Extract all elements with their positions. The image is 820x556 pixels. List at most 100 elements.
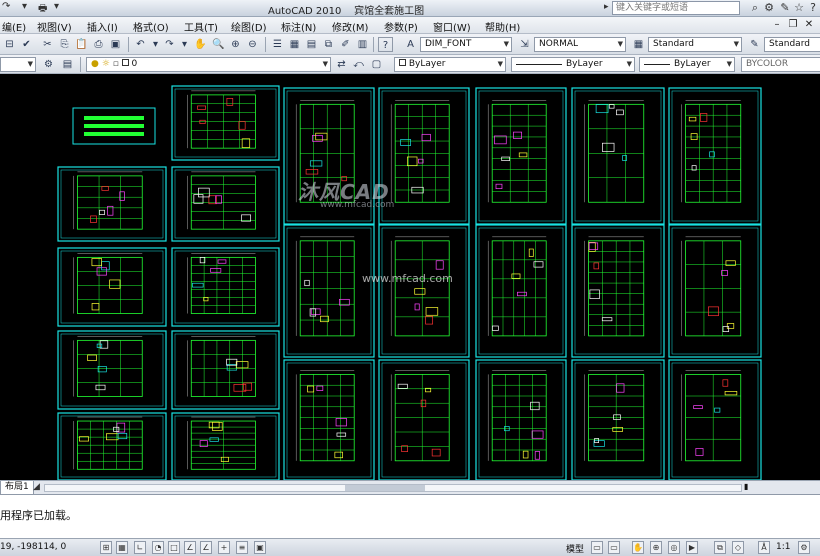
search-expand-icon[interactable]: ▸ [604,2,609,12]
quickcalc-icon[interactable]: ▥ [355,37,370,52]
match-properties-icon[interactable]: ⎙ [91,37,106,52]
polar-tracking-icon[interactable]: ◔ [152,541,164,554]
dropdown-icon[interactable]: ▾ [22,1,27,15]
otrack-icon[interactable]: ∠ [184,541,196,554]
menu-format[interactable]: 格式(O) [133,19,169,34]
star-icon[interactable]: ☆ [792,1,806,15]
undo-icon[interactable]: ↶ [133,37,148,52]
command-line[interactable]: 用程序已加载。 [0,494,820,538]
zoom-realtime-icon[interactable]: 🔍 [211,37,226,52]
help-icon[interactable]: ? [806,1,820,15]
workspace-select[interactable]: ▼ [0,57,36,72]
lineweight-toggle-icon[interactable]: ≡ [236,541,248,554]
linetype-select[interactable]: ByLayer ▼ [511,57,635,72]
communication-icon[interactable]: ✎ [778,1,792,15]
workspace-settings-icon[interactable]: ⚙ [41,57,56,72]
plot-style-select[interactable]: BYCOLOR [741,57,820,72]
redo-toolbar-icon[interactable]: ↷ [162,37,177,52]
open-icon[interactable]: ⊟ [2,37,17,52]
grid-display-icon[interactable]: ▦ [116,541,128,554]
pan-status-icon[interactable]: ✋ [632,541,644,554]
dimension-style-icon[interactable]: ⇲ [517,37,532,52]
help-toolbar-icon[interactable]: ? [378,37,393,52]
multileader-style-icon[interactable]: ✎ [747,37,762,52]
tab-layout1[interactable]: 布局1 [0,481,34,495]
lineweight-select[interactable]: ByLayer ▼ [639,57,735,72]
paste-icon[interactable]: 📋 [74,37,89,52]
annotation-scale-icon[interactable]: ◇ [732,541,744,554]
text-style-select[interactable]: NORMAL ▼ [534,37,626,52]
multileader-style-select[interactable]: Standard [764,37,820,52]
menu-insert[interactable]: 插入(I) [87,19,118,34]
plan-detail [595,104,609,114]
zoom-previous-icon[interactable]: ⊖ [245,37,260,52]
restore-icon[interactable]: ❐ [786,18,800,32]
zoom-status-icon[interactable]: ⊕ [650,541,662,554]
copy-icon[interactable]: ⎘ [57,37,72,52]
quick-properties-icon[interactable]: ▣ [254,541,266,554]
menu-dimension[interactable]: 标注(N) [281,19,316,34]
quick-view-drawings-icon[interactable]: ▭ [608,541,620,554]
lock-icon: ▫ [112,59,119,69]
annotation-visibility-icon[interactable]: Å [758,541,770,554]
publish-icon[interactable]: ✔ [19,37,34,52]
scrollbar-thumb[interactable] [345,485,425,491]
redo-dropdown-icon[interactable]: ▾ [177,37,192,52]
block-editor-icon[interactable]: ▣ [108,37,123,52]
annotation-scale-value[interactable]: 1:1 [776,542,790,552]
steeringwheel-icon[interactable]: ◎ [668,541,680,554]
table-style-icon[interactable]: ▦ [631,37,646,52]
print-icon[interactable]: 🖶 [38,1,47,15]
plan-detail [305,169,319,175]
maximize-viewport-icon[interactable]: ⧉ [714,541,726,554]
quick-view-layouts-icon[interactable]: ▭ [591,541,603,554]
object-snap-icon[interactable]: □ [168,541,180,554]
menu-draw[interactable]: 绘图(D) [231,19,267,34]
ducs-icon[interactable]: ∠ [200,541,212,554]
markup-icon[interactable]: ✐ [338,37,353,52]
drawing-canvas[interactable]: 沐风CAD www.mfcad.com www.mfcad.com [0,74,820,480]
menu-view[interactable]: 视图(V) [37,19,72,34]
redo-icon[interactable]: ↷ [2,1,10,15]
table-style-select[interactable]: Standard ▼ [648,37,742,52]
cut-icon[interactable]: ✂ [40,37,55,52]
layer-state-icon[interactable]: ▢ [369,57,384,72]
ortho-mode-icon[interactable]: ∟ [134,541,146,554]
tool-palettes-icon[interactable]: ▤ [304,37,319,52]
snap-mode-icon[interactable]: ⊞ [100,541,112,554]
workspace-switch-icon[interactable]: ⚙ [798,541,810,554]
model-space-label[interactable]: 模型 [566,542,584,555]
design-center-icon[interactable]: ▦ [287,37,302,52]
horizontal-scrollbar[interactable] [44,484,742,492]
menu-window[interactable]: 窗口(W) [433,19,471,34]
text-style-icon[interactable]: A [403,37,418,52]
pan-icon[interactable]: ✋ [193,37,208,52]
properties-icon[interactable]: ☰ [270,37,285,52]
subscription-icon[interactable]: ⚙ [762,1,776,15]
layer-properties-icon[interactable]: ▤ [60,57,75,72]
zoom-window-icon[interactable]: ⊕ [228,37,243,52]
menu-tools[interactable]: 工具(T) [184,19,218,34]
layer-select[interactable]: ● ☼ ▫ 0 ▼ [86,57,331,72]
plan-detail [226,97,234,106]
close-icon[interactable]: ✕ [802,18,816,32]
minimize-icon[interactable]: – [770,18,784,32]
make-current-layer-icon[interactable]: ⇄ [334,57,349,72]
search-input[interactable]: 键入关键字或短语 [612,1,740,15]
showmotion-icon[interactable]: ▶ [686,541,698,554]
color-select[interactable]: ByLayer ▼ [394,57,506,72]
menu-modify[interactable]: 修改(M) [332,19,368,34]
menu-help[interactable]: 帮助(H) [485,19,520,34]
scroll-right-icon[interactable]: ▮ [744,482,748,491]
dim-style-select[interactable]: DIM_FONT ▼ [420,37,512,52]
table-style-value: Standard [653,39,694,49]
layer-previous-icon[interactable]: ⤺ [351,57,366,72]
dynamic-input-icon[interactable]: + [218,541,230,554]
sheet-set-icon[interactable]: ⧉ [321,37,336,52]
menu-parametric[interactable]: 参数(P) [384,19,418,34]
menu-edit[interactable]: 编(E) [2,19,26,34]
tab-scroll-icon[interactable]: ◢ [33,481,40,494]
quick-access-dropdown-icon[interactable]: ▾ [54,1,59,15]
undo-dropdown-icon[interactable]: ▾ [148,37,163,52]
binoculars-icon[interactable]: ⌕ [748,1,762,15]
